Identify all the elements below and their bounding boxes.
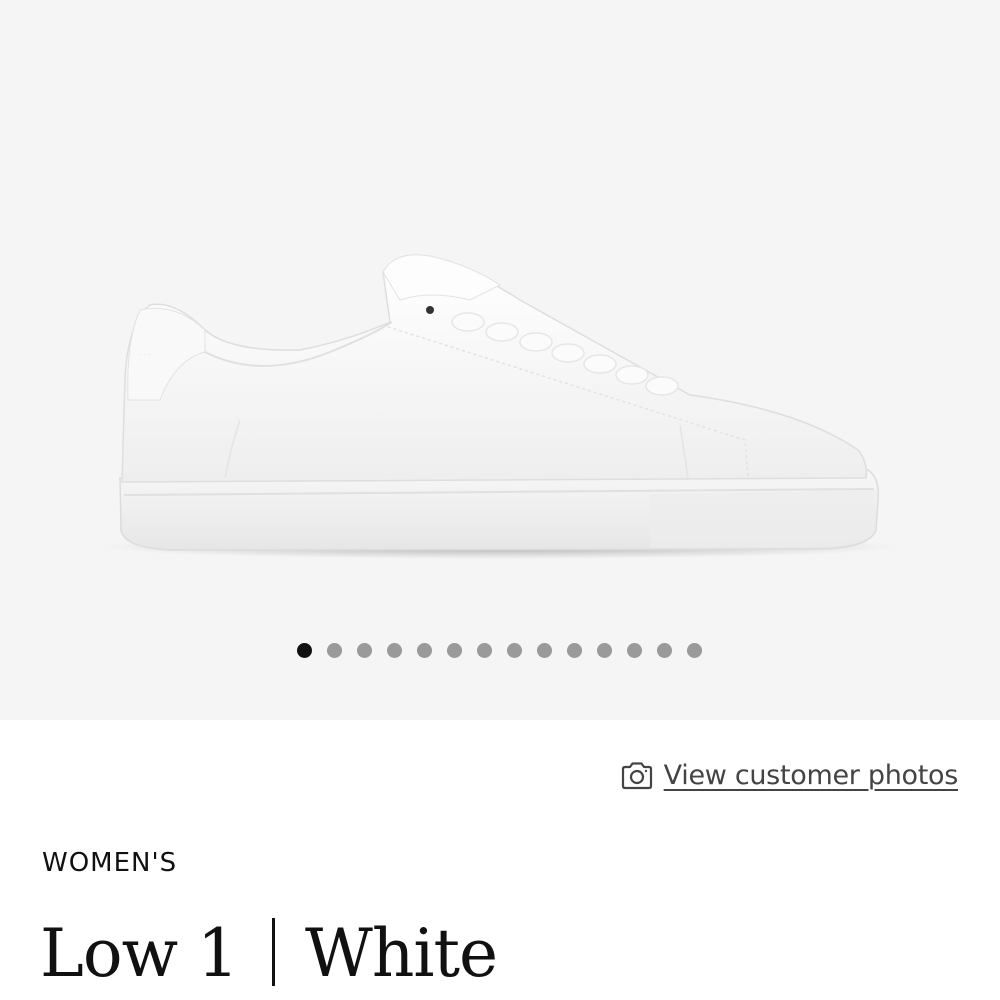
carousel-dot[interactable] <box>566 643 582 658</box>
view-customer-photos-link[interactable]: View customer photos <box>620 760 958 791</box>
carousel-dot[interactable] <box>686 643 702 658</box>
product-image-sneaker: ··· <box>100 254 900 559</box>
carousel-dot[interactable] <box>446 643 462 658</box>
product-title: Low 1 White <box>40 915 498 992</box>
product-model: Low 1 <box>40 915 239 992</box>
carousel-dot[interactable] <box>416 643 432 658</box>
product-color: White <box>305 915 498 992</box>
product-category: WOMEN'S <box>42 848 178 878</box>
carousel-indicators <box>0 643 999 658</box>
carousel-dot[interactable] <box>536 643 552 658</box>
view-customer-photos-label: View customer photos <box>663 760 959 791</box>
carousel-dot[interactable] <box>506 643 522 658</box>
carousel-dot[interactable] <box>626 643 642 658</box>
svg-text:···: ··· <box>140 352 152 358</box>
carousel-dot[interactable] <box>476 643 492 658</box>
carousel-dot[interactable] <box>356 643 372 658</box>
carousel-dot[interactable] <box>326 643 342 658</box>
camera-icon <box>621 761 652 789</box>
product-image-gallery[interactable]: ··· <box>0 0 1000 720</box>
carousel-dot[interactable] <box>596 643 612 658</box>
carousel-dot[interactable] <box>296 643 312 658</box>
title-divider <box>272 918 276 986</box>
carousel-dot[interactable] <box>386 643 402 658</box>
carousel-dot[interactable] <box>656 643 672 658</box>
